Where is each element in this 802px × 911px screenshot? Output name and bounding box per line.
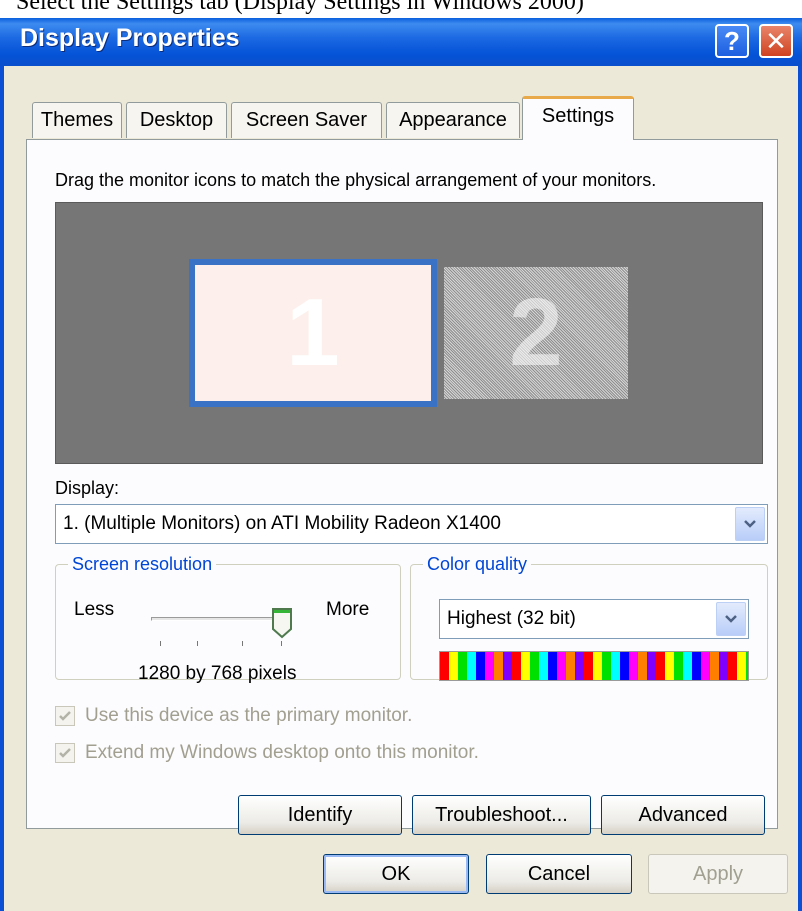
instruction-text: Drag the monitor icons to match the phys… (55, 170, 657, 190)
screen-resolution-legend: Screen resolution (72, 554, 213, 574)
color-quality-value: Highest (32 bit) (447, 608, 576, 629)
help-button[interactable]: ? (715, 24, 749, 58)
close-icon: ✕ (765, 25, 787, 56)
color-quality-group: Color quality Highest (32 bit) (410, 554, 768, 681)
extend-desktop-label: Extend my Windows desktop onto this moni… (85, 742, 479, 763)
tab-screen-saver[interactable]: Screen Saver (231, 102, 382, 138)
ok-button[interactable]: OK (323, 854, 469, 894)
slider-tick (242, 641, 243, 646)
monitor-2-icon[interactable]: 2 (444, 267, 628, 399)
display-label: Display: (55, 478, 120, 498)
advanced-button[interactable]: Advanced (601, 795, 765, 835)
display-dropdown-button[interactable] (735, 507, 765, 541)
chevron-down-icon (744, 520, 756, 528)
cancel-button[interactable]: Cancel (486, 854, 632, 894)
color-dropdown-button[interactable] (716, 602, 746, 636)
tab-settings[interactable]: Settings (522, 96, 634, 140)
slider-tick (281, 641, 282, 646)
apply-button[interactable]: Apply (648, 854, 788, 894)
monitor-arrangement-area[interactable]: 1 2 (55, 202, 763, 464)
monitor-1-icon[interactable]: 1 (189, 259, 437, 407)
tab-themes[interactable]: Themes (32, 102, 122, 138)
chevron-down-icon (725, 615, 737, 623)
resolution-more-label: More (326, 599, 370, 620)
slider-tick (197, 641, 198, 646)
color-spectrum-bar (439, 651, 749, 681)
title-bar[interactable]: Display Properties ? ✕ (0, 18, 802, 66)
resolution-slider-track[interactable] (151, 617, 287, 621)
extend-desktop-checkbox[interactable] (55, 743, 75, 763)
close-button[interactable]: ✕ (759, 24, 793, 58)
monitor-1-number: 1 (286, 279, 340, 386)
resolution-less-label: Less (74, 599, 115, 620)
help-icon: ? (724, 25, 740, 56)
slider-tick (160, 641, 161, 646)
window-frame-left (0, 66, 4, 911)
identify-button[interactable]: Identify (238, 795, 402, 835)
window-frame-right (798, 66, 802, 911)
screen-resolution-group: Screen resolution Less More 1280 by 768 … (55, 554, 401, 684)
display-dropdown[interactable]: 1. (Multiple Monitors) on ATI Mobility R… (55, 504, 768, 544)
color-quality-legend: Color quality (427, 554, 528, 574)
checkmark-icon (59, 711, 71, 721)
window-title: Display Properties (20, 24, 240, 52)
resolution-value: 1280 by 768 pixels (138, 663, 297, 684)
checkmark-icon (59, 748, 71, 758)
resolution-slider-thumb[interactable] (271, 607, 293, 639)
display-dropdown-value: 1. (Multiple Monitors) on ATI Mobility R… (63, 513, 501, 534)
caption-strip: Select the Settings tab (Display Setting… (0, 0, 802, 18)
display-properties-window: Display Properties ? ✕ Themes Desktop Sc… (0, 18, 802, 911)
settings-panel: Drag the monitor icons to match the phys… (26, 139, 778, 835)
monitor-2-number: 2 (509, 279, 563, 386)
troubleshoot-button[interactable]: Troubleshoot... (412, 795, 591, 835)
primary-monitor-label: Use this device as the primary monitor. (85, 705, 413, 726)
tab-desktop[interactable]: Desktop (126, 102, 227, 138)
caption-text: Select the Settings tab (Display Setting… (16, 0, 584, 15)
primary-monitor-checkbox[interactable] (55, 706, 75, 726)
color-quality-dropdown[interactable]: Highest (32 bit) (439, 599, 749, 639)
tab-appearance[interactable]: Appearance (386, 102, 520, 138)
